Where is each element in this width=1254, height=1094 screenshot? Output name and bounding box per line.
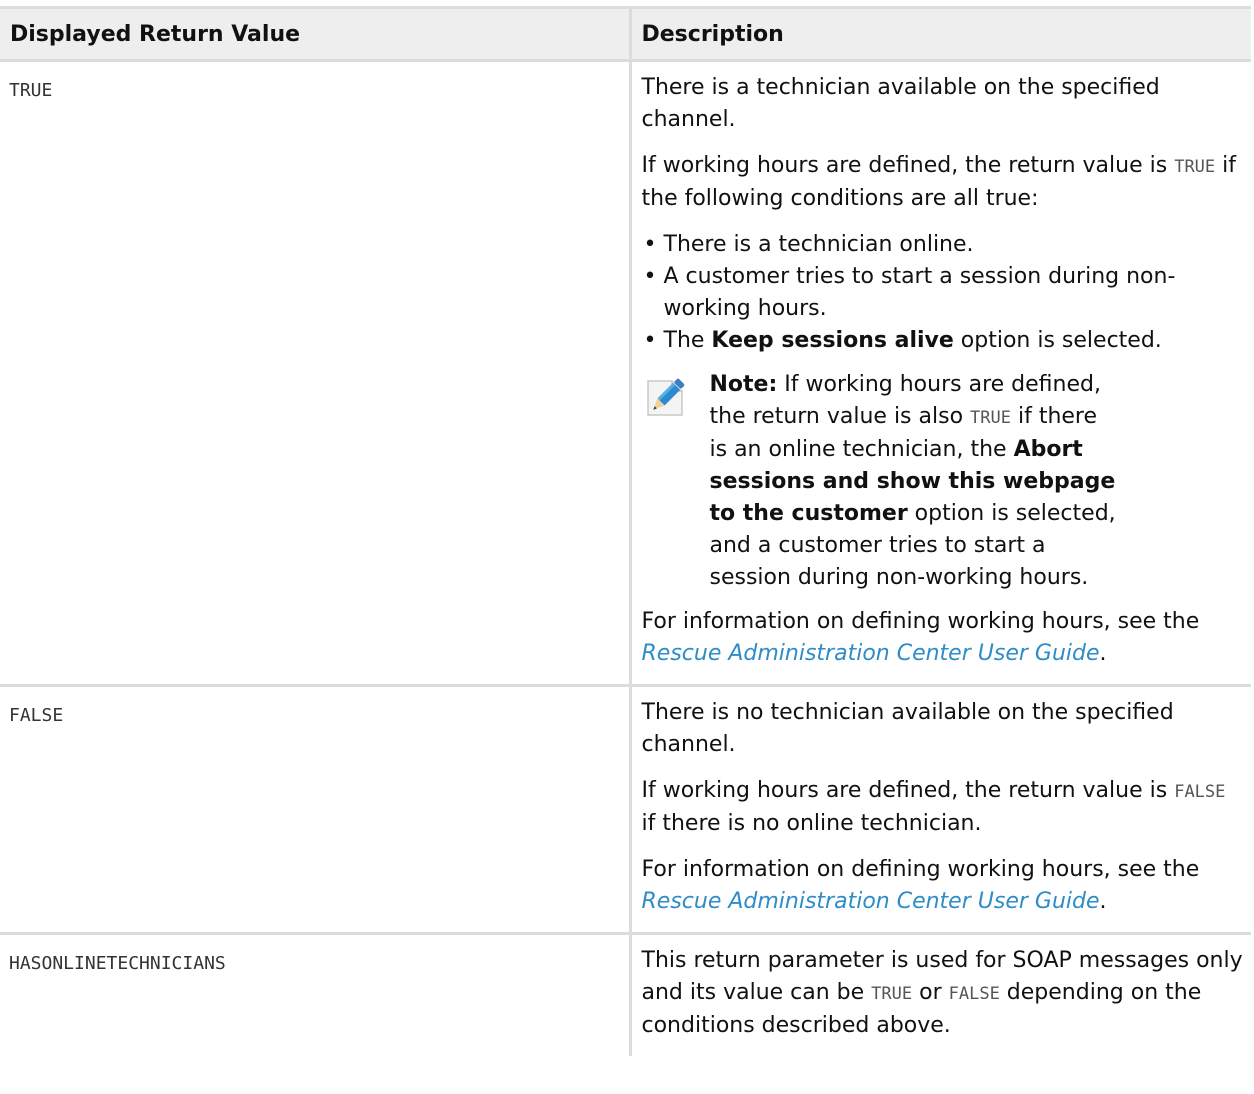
note-label: Note: [709,372,778,397]
text: If working hours are defined, the return… [641,153,1175,178]
return-values-table: Displayed Return Value Description TRUE … [0,6,1251,1056]
text: For information on defining working hour… [641,857,1200,882]
list-item: The Keep sessions alive option is select… [642,325,1246,357]
guide-link[interactable]: Rescue Administration Center User Guide [642,641,1100,666]
description-cell: There is a technician available on the s… [628,60,1251,686]
description-paragraph: This return parameter is used for SOAP m… [642,945,1246,1042]
text: The [663,328,712,353]
code-value: FALSE [1174,782,1226,802]
conditions-list: There is a technician online. A customer… [642,229,1246,357]
condition-paragraph: If working hours are defined, the return… [642,150,1246,215]
text: If working hours are defined, the return… [641,778,1175,803]
table-header: Displayed Return Value Description [0,6,1251,62]
code-value: FALSE [948,984,1000,1004]
description-paragraph: There is no technician available on the … [641,700,1174,757]
option-name: Keep sessions alive [711,328,954,353]
header-row: Displayed Return Value Description [0,6,1251,62]
info-paragraph: For information on defining working hour… [642,606,1246,670]
table-row-hasonlinetechnicians: HASONLINETECHNICIANS This return paramet… [0,932,1251,1056]
return-value-cell: FALSE [0,684,630,934]
code-value: TRUE [871,984,913,1004]
condition-paragraph: If working hours are defined, the return… [642,775,1246,840]
table-row-true: TRUE There is a technician available on … [0,60,1251,686]
description-cell: This return parameter is used for SOAP m… [628,932,1251,1056]
list-item: There is a technician online. [642,229,1246,261]
description-cell: There is no technician available on the … [628,684,1251,934]
return-value-cell: HASONLINETECHNICIANS [0,932,630,1056]
text: . [1099,889,1107,914]
guide-link[interactable]: Rescue Administration Center User Guide [642,889,1100,914]
list-item: A customer tries to start a session duri… [642,261,1246,325]
text: For information on defining working hour… [641,609,1200,634]
return-value-cell: TRUE [9,80,53,101]
text: if there is no online technician. [641,811,982,836]
text: . [1099,641,1107,666]
header-displayed-return-value: Displayed Return Value [0,6,630,62]
note-box: Note: If working hours are defined, the … [642,369,1120,594]
info-paragraph: For information on defining working hour… [642,854,1246,918]
code-value: TRUE [1174,157,1216,177]
text: option is selected. [953,328,1162,353]
text: or [912,980,949,1005]
table-row-false: FALSE There is no technician available o… [0,684,1251,934]
pencil-note-icon [646,378,684,416]
code-value: TRUE [970,408,1011,428]
description-paragraph: There is a technician available on the s… [641,75,1160,132]
header-description: Description [628,6,1251,62]
